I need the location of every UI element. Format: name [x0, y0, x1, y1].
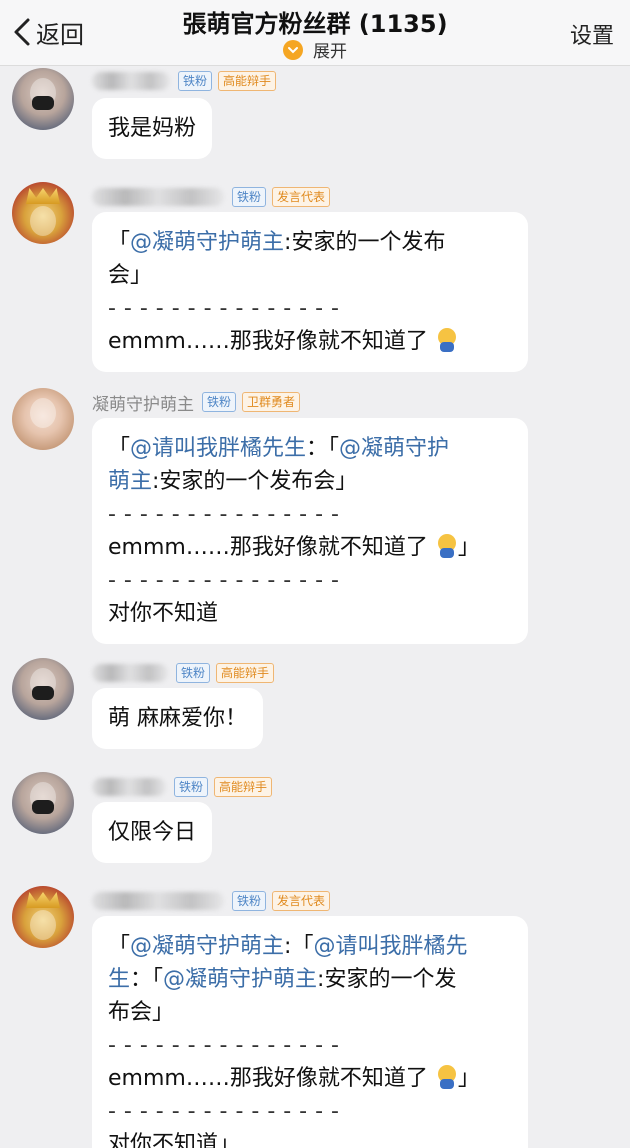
sender-row: 铁粉 发言代表	[92, 186, 336, 208]
avatar[interactable]	[12, 388, 74, 450]
blurred-sender-name	[92, 892, 224, 910]
blurred-sender-name	[92, 778, 166, 796]
mention-link[interactable]: @请叫我胖橘先生	[130, 436, 306, 461]
sender-row: 铁粉 发言代表	[92, 890, 336, 912]
message-bubble[interactable]: 「@凝萌守护萌主:安家的一个发布 会」 - - - - - - - - - - …	[92, 212, 528, 372]
message-bubble[interactable]: 我是妈粉	[92, 98, 213, 159]
badge-title: 发言代表	[272, 891, 331, 911]
blurred-sender-name	[92, 188, 224, 206]
divider: - - - - - - - - - - - - - - -	[108, 568, 340, 593]
blurred-sender-name	[92, 664, 168, 682]
badge-title: 发言代表	[272, 187, 331, 207]
message-bubble[interactable]: 仅限今日	[92, 802, 213, 863]
badge-iron-fan: 铁粉	[178, 71, 213, 91]
badge-iron-fan: 铁粉	[174, 777, 209, 797]
sender-row: 铁粉 高能辩手	[92, 662, 280, 684]
message-text: 我是妈粉	[108, 116, 197, 141]
avatar[interactable]	[12, 182, 74, 244]
mention-link[interactable]: @凝萌守护萌主	[130, 230, 284, 255]
crying-emoji-icon	[436, 328, 458, 352]
expand-label: 展开	[313, 42, 347, 62]
divider: - - - - - - - - - - - - - - -	[108, 296, 340, 321]
divider: - - - - - - - - - - - - - - -	[108, 1033, 340, 1058]
badge-iron-fan: 铁粉	[232, 891, 267, 911]
blurred-sender-name	[92, 72, 170, 90]
mention-link[interactable]: @凝萌守护萌主	[130, 934, 284, 959]
crying-emoji-icon	[436, 534, 458, 558]
avatar[interactable]	[12, 658, 74, 720]
divider: - - - - - - - - - - - - - - -	[108, 1099, 340, 1124]
message-bubble[interactable]: 萌 麻麻爱你！	[92, 688, 263, 749]
sender-row: 凝萌守护萌主 铁粉 卫群勇者	[92, 391, 306, 415]
sender-row: 铁粉 高能辩手	[92, 776, 278, 798]
page-title: 張萌官方粉丝群 (1135)	[182, 10, 448, 38]
avatar[interactable]	[12, 772, 74, 834]
sender-row: 铁粉 高能辩手	[92, 70, 282, 92]
sender-name: 凝萌守护萌主	[92, 394, 194, 415]
message-text: 萌 麻麻爱你！	[108, 706, 247, 731]
badge-title: 高能辩手	[218, 71, 277, 91]
chat-header: 返回 張萌官方粉丝群 (1135) 展开 设置	[0, 0, 630, 66]
badge-title: 高能辩手	[216, 663, 275, 683]
badge-iron-fan: 铁粉	[176, 663, 211, 683]
chevron-down-icon	[283, 39, 303, 60]
mention-link[interactable]: @凝萌守护萌主	[163, 967, 317, 992]
crying-emoji-icon	[436, 1065, 458, 1089]
message-bubble[interactable]: 「@请叫我胖橘先生：「@凝萌守护 萌主:安家的一个发布会」 - - - - - …	[92, 418, 528, 644]
badge-iron-fan: 铁粉	[232, 187, 267, 207]
divider: - - - - - - - - - - - - - - -	[108, 502, 340, 527]
message-text: 仅限今日	[108, 820, 197, 845]
settings-button[interactable]: 设置	[570, 18, 614, 50]
avatar[interactable]	[12, 886, 74, 948]
badge-title: 卫群勇者	[242, 392, 301, 412]
mention-link[interactable]: @请叫我胖橘先	[313, 934, 467, 959]
badge-iron-fan: 铁粉	[202, 392, 237, 412]
message-bubble[interactable]: 「@凝萌守护萌主:「@请叫我胖橘先 生：「@凝萌守护萌主:安家的一个发 布会」 …	[92, 916, 528, 1148]
avatar[interactable]	[12, 68, 74, 130]
badge-title: 高能辩手	[214, 777, 273, 797]
expand-button[interactable]: 展开	[0, 37, 630, 62]
mention-link[interactable]: @凝萌守护	[339, 436, 449, 461]
